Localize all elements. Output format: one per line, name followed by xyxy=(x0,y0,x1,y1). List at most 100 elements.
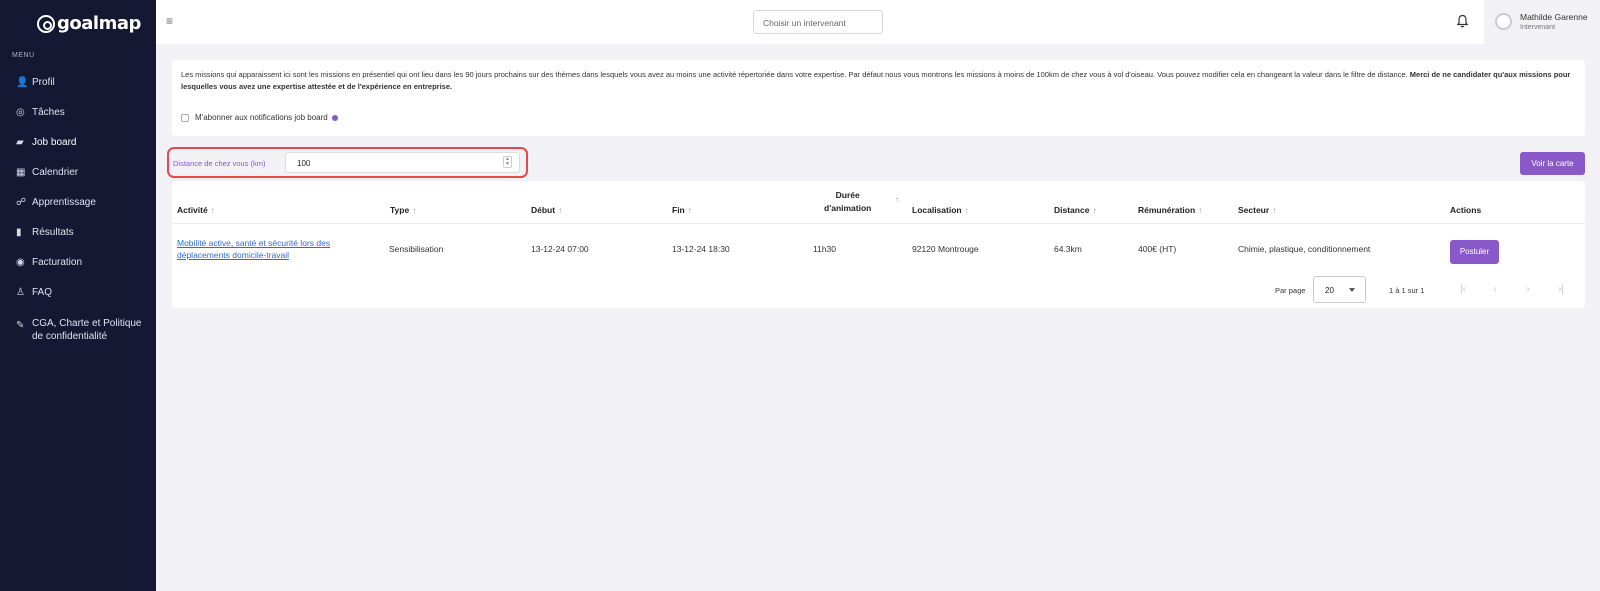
avatar xyxy=(1495,13,1512,30)
sidebar-item-taches[interactable]: ◎ Tâches xyxy=(0,101,156,131)
header-label: Distance xyxy=(1054,205,1090,215)
sidebar: goalmap MENU 👤 Profil ◎ Tâches ▰ Job boa… xyxy=(0,0,156,591)
info-text: Les missions qui apparaissent ici sont l… xyxy=(181,69,1576,93)
sidebar-item-label: Profil xyxy=(32,77,55,88)
sidebar-item-job-board[interactable]: ▰ Job board xyxy=(0,131,156,161)
job-board-icon: ▰ xyxy=(16,137,24,148)
sidebar-item-cga[interactable]: ✎ CGA, Charte et Politique de confidenti… xyxy=(0,311,156,355)
sidebar-item-label: FAQ xyxy=(32,287,53,298)
sidebar-item-faq[interactable]: ♙ FAQ xyxy=(0,281,156,311)
first-page-icon[interactable]: |‹ xyxy=(1457,284,1469,295)
header-label: Rémunération xyxy=(1138,205,1196,215)
column-header-activite[interactable]: Activité ↑ xyxy=(177,205,215,215)
column-header-localisation[interactable]: Localisation ↑ xyxy=(912,205,969,215)
sidebar-item-label: CGA, Charte et Politique de confidential… xyxy=(32,318,142,342)
header-label: d'animation xyxy=(824,203,872,213)
cell-type: Sensibilisation xyxy=(389,244,444,254)
goalmap-logo-icon xyxy=(37,14,55,33)
sidebar-item-label: Calendrier xyxy=(32,167,79,178)
cell-remuneration: 400€ (HT) xyxy=(1138,244,1177,254)
bell-icon[interactable] xyxy=(1456,14,1472,30)
subscribe-checkbox[interactable] xyxy=(181,113,189,122)
cell-fin: 13-12-24 18:30 xyxy=(672,244,730,254)
intervenant-picker[interactable]: Choisir un intervenant xyxy=(753,10,883,34)
header-label: Localisation xyxy=(912,205,962,215)
pagination-range: 1 à 1 sur 1 xyxy=(1389,286,1425,295)
header-label: Durée xyxy=(835,190,860,200)
sort-arrow-icon: ↑ xyxy=(412,206,417,215)
check-circle-icon: ◎ xyxy=(16,107,25,118)
cell-distance: 64.3km xyxy=(1054,244,1082,254)
topbar: ≡ Choisir un intervenant Mathilde Garenn… xyxy=(156,0,1600,44)
goalmap-logo[interactable]: goalmap xyxy=(37,13,141,34)
header-label: Activité xyxy=(177,205,208,215)
user-name: Mathilde Garenne xyxy=(1520,12,1588,22)
sort-arrow-icon: ↑ xyxy=(210,206,215,215)
sidebar-item-facturation[interactable]: ◉ Facturation xyxy=(0,251,156,281)
sidebar-item-calendrier[interactable]: ▦ Calendrier xyxy=(0,161,156,191)
info-card: Les missions qui apparaissent ici sont l… xyxy=(172,60,1585,136)
user-role: Intervenant xyxy=(1520,24,1556,31)
missions-table: Activité ↑ Type ↑ Début ↑ Fin ↑ Durée d'anim… xyxy=(172,181,1585,308)
distance-spinner[interactable]: ▲ ▼ xyxy=(503,156,512,168)
activity-link[interactable]: Mobilité active, santé et sécurité lors … xyxy=(177,237,357,261)
header-label: Secteur xyxy=(1238,205,1270,215)
bell-icon-svg xyxy=(1456,14,1469,28)
sidebar-item-resultats[interactable]: ▮ Résultats xyxy=(0,221,156,251)
person-icon: 👤 xyxy=(16,77,29,88)
bar-chart-icon: ▮ xyxy=(16,227,22,238)
sidebar-item-label: Apprentissage xyxy=(32,197,96,208)
column-header-distance[interactable]: Distance ↑ xyxy=(1054,205,1096,215)
postuler-button[interactable]: Postuler xyxy=(1450,240,1499,264)
hamburger-menu-icon[interactable]: ≡ xyxy=(166,15,178,27)
sidebar-item-label: Résultats xyxy=(32,227,74,238)
cell-debut: 13-12-24 07:00 xyxy=(531,244,589,254)
piggy-bank-icon: ◉ xyxy=(16,257,25,268)
header-label: Fin xyxy=(672,205,685,215)
view-map-button[interactable]: Voir la carte xyxy=(1520,152,1585,175)
header-label: Type xyxy=(390,205,410,215)
help-icon[interactable] xyxy=(331,114,338,121)
sidebar-item-label: Tâches xyxy=(32,107,65,118)
sidebar-item-profil[interactable]: 👤 Profil xyxy=(0,71,156,101)
sidebar-nav: 👤 Profil ◎ Tâches ▰ Job board ▦ Calendri… xyxy=(0,71,156,355)
subscribe-row: M'abonner aux notifications job board xyxy=(181,113,338,122)
per-page-label: Par page xyxy=(1275,286,1306,295)
column-header-type[interactable]: Type ↑ xyxy=(390,205,416,215)
sort-arrow-icon: ↑ xyxy=(558,206,563,215)
column-header-fin[interactable]: Fin ↑ xyxy=(672,205,692,215)
cell-secteur: Chimie, plastique, conditionnement xyxy=(1238,244,1371,254)
info-text-body: Les missions qui apparaissent ici sont l… xyxy=(181,70,1410,79)
user-menu[interactable]: Mathilde Garenne Intervenant xyxy=(1484,0,1600,44)
cell-localisation: 92120 Montrouge xyxy=(912,244,979,254)
sort-arrow-icon: ↑ xyxy=(964,206,969,215)
header-divider xyxy=(172,223,1585,224)
last-page-icon[interactable]: ›| xyxy=(1555,284,1567,295)
next-page-icon[interactable]: › xyxy=(1522,284,1534,295)
menu-label: MENU xyxy=(12,52,35,59)
distance-input[interactable]: 100 xyxy=(285,152,520,173)
distance-label: Distance de chez vous (km) xyxy=(173,159,266,168)
cell-duree: 11h30 xyxy=(813,244,837,254)
distance-filter: Distance de chez vous (km) 100 ▲ ▼ xyxy=(167,147,528,178)
column-header-secteur[interactable]: Secteur ↑ xyxy=(1238,205,1276,215)
chevron-down-icon xyxy=(1349,288,1355,292)
per-page-value: 20 xyxy=(1325,286,1334,295)
column-header-actions: Actions xyxy=(1450,205,1482,215)
sidebar-item-label: Job board xyxy=(32,137,77,148)
calendar-icon: ▦ xyxy=(16,167,26,178)
header-label: Début xyxy=(531,205,556,215)
column-header-duree[interactable]: Durée d'animation xyxy=(824,189,871,215)
sidebar-item-apprentissage[interactable]: ☍ Apprentissage xyxy=(0,191,156,221)
learning-icon: ☍ xyxy=(16,197,27,208)
column-header-remuneration[interactable]: Rémunération ↑ xyxy=(1138,205,1202,215)
column-header-debut[interactable]: Début ↑ xyxy=(531,205,562,215)
sort-arrow-icon: ↑ xyxy=(687,206,692,215)
sort-arrow-icon: ↑ xyxy=(1272,206,1277,215)
sort-arrow-icon[interactable]: ↑ xyxy=(892,194,899,204)
subscribe-label: M'abonner aux notifications job board xyxy=(195,113,328,122)
per-page-select[interactable]: 20 xyxy=(1313,276,1366,303)
brand-name: goalmap xyxy=(57,13,141,34)
sort-arrow-icon: ↑ xyxy=(1198,206,1203,215)
prev-page-icon[interactable]: ‹ xyxy=(1489,284,1501,295)
